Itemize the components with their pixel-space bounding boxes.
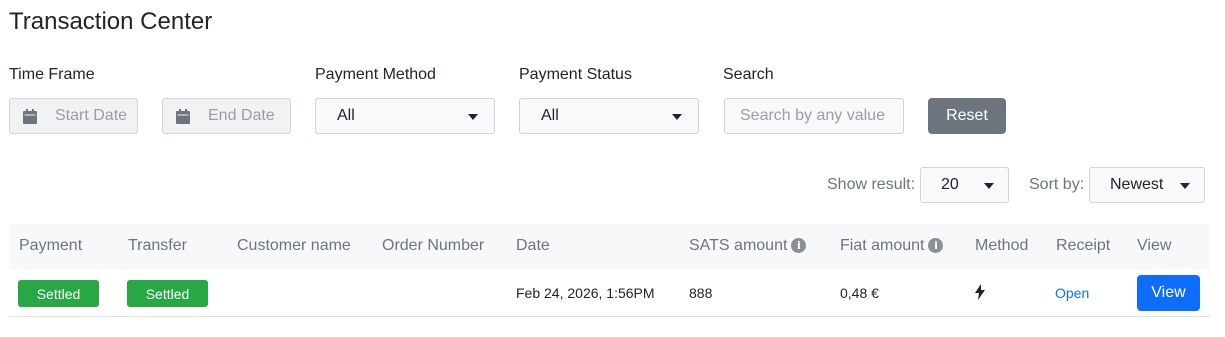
header-sats-amount: SATS amount i: [689, 237, 807, 255]
payment-status-value: All: [541, 107, 559, 124]
header-method: Method: [975, 237, 1029, 254]
calendar-icon: [23, 109, 37, 124]
lightning-icon: [975, 284, 985, 300]
row-divider: [9, 316, 1210, 317]
sats-amount-cell: 888: [689, 285, 713, 301]
search-label: Search: [723, 66, 774, 83]
end-date-input[interactable]: End Date: [162, 98, 291, 134]
payment-method-select[interactable]: All: [315, 98, 495, 134]
date-cell: Feb 24, 2026, 1:56PM: [516, 285, 655, 301]
header-transfer: Transfer: [128, 237, 187, 254]
receipt-open-link[interactable]: Open: [1055, 285, 1089, 301]
info-icon[interactable]: i: [791, 238, 807, 253]
header-view: View: [1137, 237, 1172, 254]
header-order-number: Order Number: [382, 237, 485, 254]
sort-by-label: Sort by:: [1029, 176, 1085, 193]
header-payment: Payment: [19, 237, 83, 254]
header-date: Date: [516, 237, 550, 254]
calendar-icon: [176, 109, 190, 124]
time-frame-label: Time Frame: [9, 66, 95, 83]
show-result-label: Show result:: [827, 176, 916, 193]
payment-method-label: Payment Method: [315, 66, 436, 83]
reset-button[interactable]: Reset: [928, 98, 1006, 134]
header-sats-amount-label: SATS amount: [689, 237, 788, 254]
sort-by-value: Newest: [1110, 176, 1164, 193]
sort-by-select[interactable]: Newest: [1089, 167, 1205, 203]
header-customer-name: Customer name: [237, 237, 351, 254]
payment-status-select[interactable]: All: [519, 98, 699, 134]
table-header: [9, 224, 1210, 269]
end-date-placeholder: End Date: [208, 107, 275, 124]
show-result-value: 20: [941, 176, 959, 193]
search-input[interactable]: Search by any value: [724, 98, 904, 134]
header-fiat-amount-label: Fiat amount: [840, 237, 925, 254]
chevron-down-icon: [1180, 183, 1190, 189]
chevron-down-icon: [468, 114, 478, 120]
payment-method-value: All: [337, 107, 355, 124]
payment-status-badge: Settled: [18, 280, 99, 307]
transfer-status-badge: Settled: [127, 280, 208, 307]
chevron-down-icon: [672, 114, 682, 120]
start-date-input[interactable]: Start Date: [9, 98, 138, 134]
start-date-placeholder: Start Date: [55, 107, 128, 124]
view-button[interactable]: View: [1137, 275, 1200, 311]
search-placeholder: Search by any value: [740, 107, 885, 124]
info-icon[interactable]: i: [928, 238, 944, 253]
header-fiat-amount: Fiat amount i: [840, 237, 944, 255]
chevron-down-icon: [984, 183, 994, 189]
page-title: Transaction Center: [9, 8, 213, 35]
payment-status-label: Payment Status: [519, 66, 632, 83]
show-result-select[interactable]: 20: [920, 167, 1009, 203]
fiat-amount-cell: 0,48 €: [840, 285, 879, 301]
header-receipt: Receipt: [1056, 237, 1111, 254]
